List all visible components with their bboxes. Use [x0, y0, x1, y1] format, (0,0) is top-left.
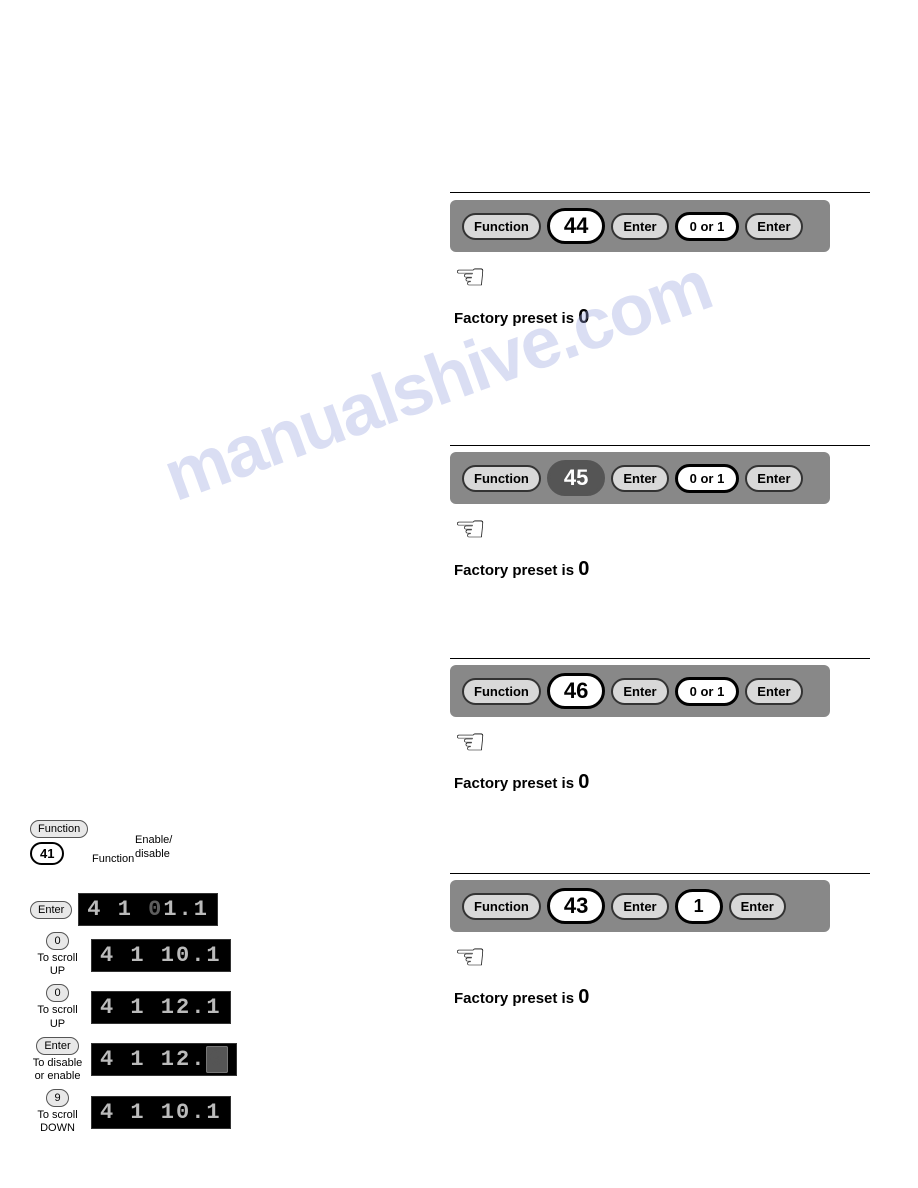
enter1-45[interactable]: Enter: [611, 465, 668, 492]
divider-line-4: [450, 873, 870, 874]
enter-btn-row1[interactable]: Enter: [30, 901, 72, 919]
diagram-row-4: Enter To disableor enable 4 1 12.0: [30, 1037, 237, 1083]
left-function-btn[interactable]: Function: [30, 820, 88, 838]
factory-preset-44: Factory preset is 0: [454, 306, 830, 329]
left-number-btn: 41: [30, 842, 64, 865]
key-sequence-44: Function 44 Enter 0 or 1 Enter: [450, 200, 830, 252]
disable-enable-label: To disableor enable: [30, 1057, 85, 1083]
key-sequence-43: Function 43 Enter 1 Enter: [450, 880, 830, 932]
lcd-row5: 4 1 10.1: [91, 1096, 231, 1129]
factory-preset-43: Factory preset is 0: [454, 986, 830, 1009]
enter2-46[interactable]: Enter: [745, 678, 802, 705]
function-btn-44[interactable]: Function: [462, 213, 541, 240]
left-diagram: Function 41 Enable/disable Function Ente…: [30, 820, 237, 1142]
enter1-46[interactable]: Enter: [611, 678, 668, 705]
value-44: 0 or 1: [675, 212, 740, 241]
key-sequence-45: Function 45 Enter 0 or 1 Enter: [450, 452, 830, 504]
lcd-row3: 4 1 12.1: [91, 991, 231, 1024]
enable-disable-label: Enable/disable: [135, 833, 172, 862]
number-43: 43: [547, 888, 605, 924]
function-btn-45[interactable]: Function: [462, 465, 541, 492]
enter-btn-row4[interactable]: Enter: [36, 1037, 78, 1055]
zero-btn-row2[interactable]: 0: [46, 932, 68, 950]
lcd-row1: 4 1 01.1: [78, 893, 218, 926]
hand-icon-43: ☜: [454, 936, 486, 978]
factory-preset-46: Factory preset is 0: [454, 771, 830, 794]
divider-line-2: [450, 445, 870, 446]
lcd-row4: 4 1 12.0: [91, 1043, 237, 1076]
scroll-up-label-2: To scrollUP: [30, 1004, 85, 1030]
factory-preset-45: Factory preset is 0: [454, 558, 830, 581]
enter2-43[interactable]: Enter: [729, 893, 786, 920]
value-45: 0 or 1: [675, 464, 740, 493]
number-45: 45: [547, 460, 605, 496]
enter1-43[interactable]: Enter: [611, 893, 668, 920]
value-43: 1: [675, 889, 723, 924]
nine-btn-row5[interactable]: 9: [46, 1089, 68, 1107]
scroll-down-label: To scrollDOWN: [30, 1109, 85, 1135]
enter2-45[interactable]: Enter: [745, 465, 802, 492]
function-btn-43[interactable]: Function: [462, 893, 541, 920]
enter1-44[interactable]: Enter: [611, 213, 668, 240]
enter2-44[interactable]: Enter: [745, 213, 802, 240]
section-45: Function 45 Enter 0 or 1 Enter ☜ Factory…: [450, 452, 830, 581]
hand-icon-44: ☜: [454, 256, 486, 298]
section-43: Function 43 Enter 1 Enter ☜ Factory pres…: [450, 880, 830, 1009]
hand-icon-46: ☜: [454, 721, 486, 763]
section-44: Function 44 Enter 0 or 1 Enter ☜ Factory…: [450, 200, 830, 329]
diagram-row-5: 9 To scrollDOWN 4 1 10.1: [30, 1089, 237, 1135]
diagram-row-3: 0 To scrollUP 4 1 12.1: [30, 984, 237, 1030]
divider-line-3: [450, 658, 870, 659]
zero-btn-row3[interactable]: 0: [46, 984, 68, 1002]
hand-icon-45: ☜: [454, 508, 486, 550]
function-above-label: Function: [92, 853, 134, 865]
key-sequence-46: Function 46 Enter 0 or 1 Enter: [450, 665, 830, 717]
diagram-row-2: 0 To scrollUP 4 1 10.1: [30, 932, 237, 978]
lcd-row2: 4 1 10.1: [91, 939, 231, 972]
function-btn-46[interactable]: Function: [462, 678, 541, 705]
scroll-up-label-1: To scrollUP: [30, 952, 85, 978]
number-44: 44: [547, 208, 605, 244]
value-46: 0 or 1: [675, 677, 740, 706]
divider-line-1: [450, 192, 870, 193]
diagram-row-1: Enter 4 1 01.1: [30, 893, 237, 926]
number-46: 46: [547, 673, 605, 709]
section-46: Function 46 Enter 0 or 1 Enter ☜ Factory…: [450, 665, 830, 794]
